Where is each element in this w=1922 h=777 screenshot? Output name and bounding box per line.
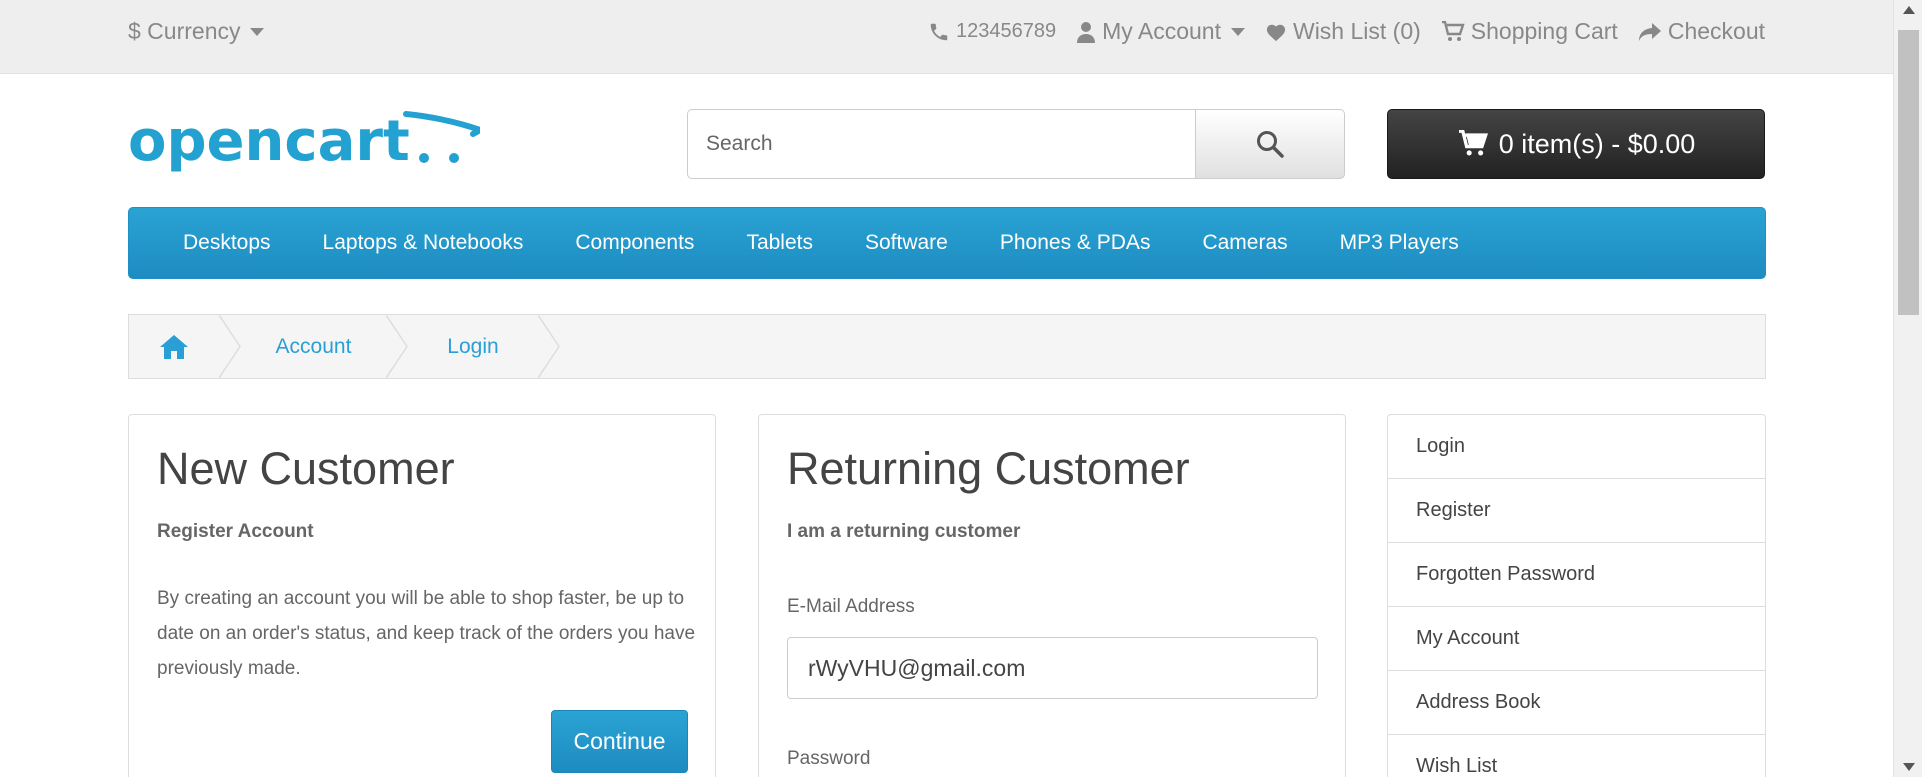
- top-bar: $ Currency 123456789 My Account Wish Lis…: [0, 0, 1893, 74]
- account-sidebar: Login Register Forgotten Password My Acc…: [1387, 414, 1766, 777]
- shopping-cart-label: Shopping Cart: [1470, 18, 1618, 44]
- sidebar-item-address-book[interactable]: Address Book: [1388, 671, 1765, 735]
- returning-customer-panel: Returning Customer I am a returning cust…: [758, 414, 1346, 777]
- vertical-scrollbar[interactable]: [1893, 0, 1922, 777]
- menu-item-phones-pdas[interactable]: Phones & PDAs: [1000, 231, 1151, 255]
- scroll-up-icon[interactable]: [1903, 6, 1915, 14]
- currency-label: $ Currency: [128, 18, 241, 44]
- opencart-logo[interactable]: opencart: [128, 108, 488, 182]
- breadcrumb-separator: [386, 315, 408, 378]
- email-label: E-Mail Address: [787, 596, 915, 617]
- search-icon: [1257, 131, 1284, 158]
- search-button[interactable]: [1195, 109, 1345, 179]
- menu-item-mp3-players[interactable]: MP3 Players: [1340, 231, 1459, 255]
- menu-item-laptops-notebooks[interactable]: Laptops & Notebooks: [323, 231, 524, 255]
- menu-item-components[interactable]: Components: [575, 231, 694, 255]
- phone-link[interactable]: 123456789: [928, 20, 1056, 43]
- heart-icon: [1266, 24, 1286, 41]
- logo-text: opencart: [128, 109, 410, 174]
- caret-down-icon: [1230, 27, 1245, 36]
- sidebar-item-register[interactable]: Register: [1388, 479, 1765, 543]
- wish-list-link[interactable]: Wish List (0): [1265, 18, 1421, 45]
- new-customer-description: By creating an account you will be able …: [157, 588, 696, 679]
- cart-icon: [1458, 130, 1488, 156]
- currency-dropdown[interactable]: $ Currency: [128, 18, 265, 45]
- breadcrumb-account[interactable]: Account: [241, 315, 386, 378]
- cart-total: 0 item(s) - $0.00: [1498, 128, 1696, 159]
- breadcrumb-home[interactable]: [129, 315, 219, 378]
- password-label: Password: [787, 748, 871, 769]
- home-icon: [160, 334, 188, 359]
- scroll-down-icon[interactable]: [1903, 763, 1915, 771]
- caret-down-icon: [250, 27, 265, 36]
- search-group: [687, 109, 1345, 179]
- menu-item-desktops[interactable]: Desktops: [183, 231, 271, 255]
- menu-item-tablets[interactable]: Tablets: [746, 231, 813, 255]
- menu-item-software[interactable]: Software: [865, 231, 948, 255]
- breadcrumb-separator: [538, 315, 560, 378]
- checkout-link[interactable]: Checkout: [1638, 18, 1765, 45]
- top-links: 123456789 My Account Wish List (0) Shopp…: [928, 18, 1765, 45]
- cart-button[interactable]: 0 item(s) - $0.00: [1387, 109, 1765, 179]
- logo-graphic: opencart: [128, 109, 488, 174]
- menu-item-cameras[interactable]: Cameras: [1202, 231, 1287, 255]
- checkout-label: Checkout: [1667, 18, 1765, 44]
- phone-icon: [930, 23, 948, 40]
- my-account-dropdown[interactable]: My Account: [1076, 18, 1245, 45]
- continue-button[interactable]: Continue: [551, 710, 688, 773]
- breadcrumb-login[interactable]: Login: [408, 315, 538, 378]
- returning-customer-title: Returning Customer: [787, 443, 1190, 494]
- scrollbar-thumb[interactable]: [1898, 30, 1919, 315]
- returning-customer-subtitle: I am a returning customer: [787, 521, 1021, 542]
- register-account-subtitle: Register Account: [157, 521, 314, 542]
- sidebar-item-login[interactable]: Login: [1388, 415, 1765, 479]
- my-account-label: My Account: [1102, 18, 1221, 44]
- new-customer-panel: New Customer Register Account By creatin…: [128, 414, 716, 777]
- share-arrow-icon: [1638, 22, 1661, 41]
- new-customer-title: New Customer: [157, 443, 455, 494]
- breadcrumb: Account Login: [128, 314, 1766, 379]
- search-input[interactable]: [687, 109, 1195, 179]
- sidebar-item-wish-list[interactable]: Wish List: [1388, 735, 1765, 777]
- main-menu: Desktops Laptops & Notebooks Components …: [128, 207, 1766, 279]
- breadcrumb-separator: [219, 315, 241, 378]
- user-icon: [1077, 21, 1096, 43]
- phone-number: 123456789: [955, 20, 1057, 42]
- sidebar-item-my-account[interactable]: My Account: [1388, 607, 1765, 671]
- breadcrumb-account-label: Account: [275, 334, 352, 358]
- wish-list-label: Wish List (0): [1292, 18, 1421, 44]
- email-field[interactable]: [787, 637, 1318, 699]
- breadcrumb-login-label: Login: [447, 334, 499, 358]
- cart-icon: [1441, 20, 1465, 41]
- sidebar-item-forgotten-password[interactable]: Forgotten Password: [1388, 543, 1765, 607]
- shopping-cart-link[interactable]: Shopping Cart: [1441, 18, 1618, 45]
